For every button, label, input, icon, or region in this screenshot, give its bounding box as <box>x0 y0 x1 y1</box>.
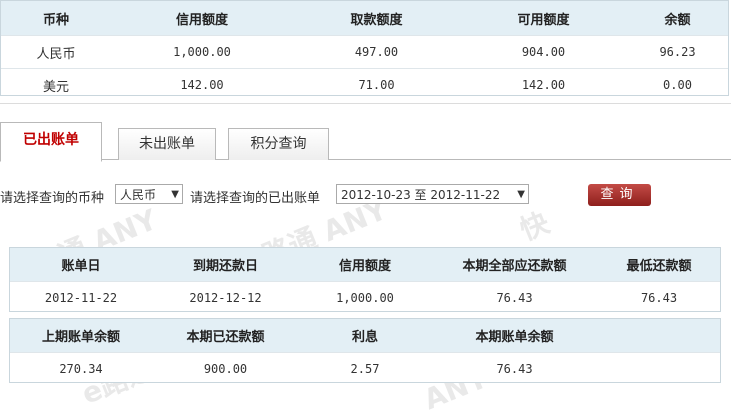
col-header-paid-this-period: 本期已还款额 <box>152 319 299 353</box>
table-header-row: 账单日 到期还款日 信用额度 本期全部应还款额 最低还款额 <box>10 248 720 282</box>
balance-table: 币种 信用额度 取款额度 可用额度 余额 人民币 1,000.00 497.00… <box>0 0 729 101</box>
cell-credit-limit: 1,000.00 <box>111 35 293 69</box>
cell-previous-balance: 270.34 <box>10 352 152 385</box>
currency-label: 请选择查询的币种 <box>0 191 105 206</box>
table-row: 2012-11-22 2012-12-12 1,000.00 76.43 76.… <box>10 281 720 314</box>
cell-credit-limit: 142.00 <box>111 68 293 101</box>
cell-min-payment: 76.43 <box>598 281 720 314</box>
col-header-previous-balance: 上期账单余额 <box>10 319 152 353</box>
col-header-statement-balance: 本期账单余额 <box>431 319 598 353</box>
cell-empty <box>598 352 720 385</box>
cell-cash-limit: 497.00 <box>293 35 460 69</box>
col-header-due-date: 到期还款日 <box>152 248 299 282</box>
cell-due-date: 2012-12-12 <box>152 281 299 314</box>
statement-table: 账单日 到期还款日 信用额度 本期全部应还款额 最低还款额 2012-11-22… <box>9 247 721 314</box>
tab-points-query[interactable]: 积分查询 <box>228 128 329 160</box>
tab-issued-statements[interactable]: 已出账单 <box>0 122 102 162</box>
table-row: 270.34 900.00 2.57 76.43 <box>10 352 720 385</box>
col-header-balance: 余额 <box>627 1 728 36</box>
table-row: 美元 142.00 71.00 142.00 0.00 <box>1 68 728 101</box>
table-header-row: 币种 信用额度 取款额度 可用额度 余额 <box>1 1 728 36</box>
cell-credit-limit: 1,000.00 <box>299 281 431 314</box>
cell-total-due: 76.43 <box>431 281 598 314</box>
tab-unbilled-statements[interactable]: 未出账单 <box>118 128 216 160</box>
cell-available: 904.00 <box>460 35 627 69</box>
col-header-min-payment: 最低还款额 <box>598 248 720 282</box>
currency-select-value: 人民币 <box>120 188 157 202</box>
col-header-interest: 利息 <box>299 319 431 353</box>
cell-statement-balance: 76.43 <box>431 352 598 385</box>
tab-bar: 已出账单 未出账单 积分查询 <box>0 122 731 162</box>
summary-table: 上期账单余额 本期已还款额 利息 本期账单余额 270.34 900.00 2.… <box>9 318 721 385</box>
watermark: 快 <box>515 205 554 247</box>
chevron-down-icon: ▼ <box>171 189 179 200</box>
tab-underline <box>0 159 731 160</box>
cell-currency: 人民币 <box>1 35 111 69</box>
period-select[interactable]: 2012-10-23 至 2012-11-22 ▼ <box>336 184 529 204</box>
query-button[interactable]: 查询 <box>588 184 651 206</box>
col-header-currency: 币种 <box>1 1 111 36</box>
col-header-cash-limit: 取款额度 <box>293 1 460 36</box>
cell-cash-limit: 71.00 <box>293 68 460 101</box>
cell-paid-this-period: 900.00 <box>152 352 299 385</box>
cell-statement-date: 2012-11-22 <box>10 281 152 314</box>
divider <box>0 103 731 104</box>
period-label: 请选择查询的已出账单 <box>190 191 321 206</box>
cell-balance: 96.23 <box>627 35 728 69</box>
col-header-empty <box>598 319 720 353</box>
currency-select[interactable]: 人民币 ▼ <box>115 184 183 204</box>
cell-interest: 2.57 <box>299 352 431 385</box>
col-header-statement-date: 账单日 <box>10 248 152 282</box>
col-header-credit-limit: 信用额度 <box>299 248 431 282</box>
table-header-row: 上期账单余额 本期已还款额 利息 本期账单余额 <box>10 319 720 353</box>
table-row: 人民币 1,000.00 497.00 904.00 96.23 <box>1 35 728 69</box>
period-select-value: 2012-10-23 至 2012-11-22 <box>341 188 501 202</box>
col-header-total-due: 本期全部应还款额 <box>431 248 598 282</box>
col-header-available: 可用额度 <box>460 1 627 36</box>
chevron-down-icon: ▼ <box>517 189 525 200</box>
col-header-credit-limit: 信用额度 <box>111 1 293 36</box>
cell-available: 142.00 <box>460 68 627 101</box>
cell-balance: 0.00 <box>627 68 728 101</box>
cell-currency: 美元 <box>1 68 111 101</box>
